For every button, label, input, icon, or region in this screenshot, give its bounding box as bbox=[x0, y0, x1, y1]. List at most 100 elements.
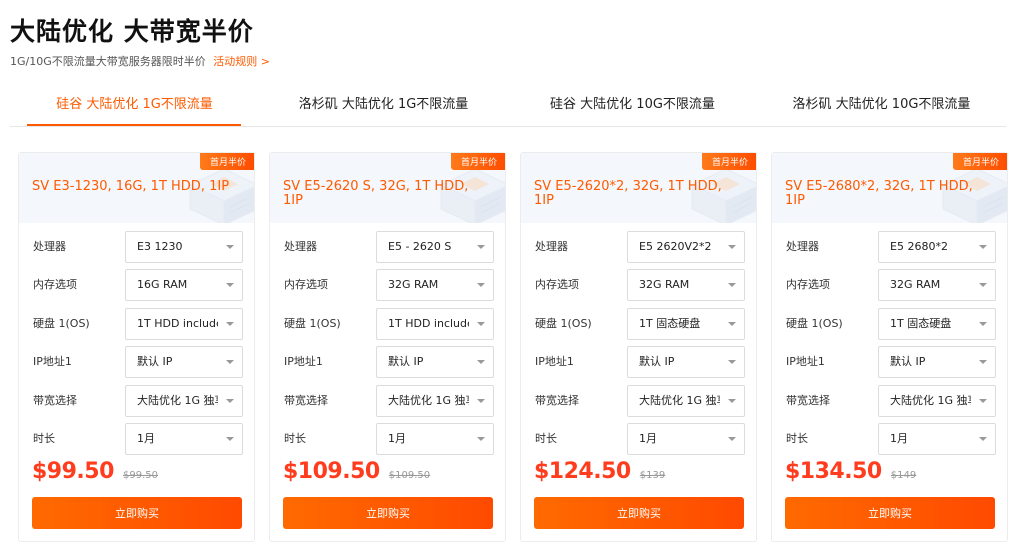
duration-select[interactable]: 1月 bbox=[627, 423, 745, 455]
duration-label: 时长 bbox=[284, 432, 306, 445]
disk-value: 1T 固态硬盘 bbox=[639, 317, 701, 330]
cpu-select[interactable]: E5 2620V2*2 bbox=[627, 231, 745, 263]
ip-select[interactable]: 默认 IP bbox=[125, 346, 243, 378]
bandwidth-select[interactable]: 大陆优化 1G 独享 bbox=[878, 385, 996, 417]
config-row-disk: 硬盘 1(OS) 1T 固态硬盘 bbox=[521, 308, 756, 340]
tab-sv-10g[interactable]: 硅谷 大陆优化 10G不限流量 bbox=[508, 86, 757, 126]
cpu-select[interactable]: E3 1230 bbox=[125, 231, 243, 263]
ip-select[interactable]: 默认 IP bbox=[878, 346, 996, 378]
bandwidth-select[interactable]: 大陆优化 1G 独享 bbox=[376, 385, 494, 417]
chevron-down-icon bbox=[979, 245, 987, 249]
memory-label: 内存选项 bbox=[786, 278, 830, 291]
current-price: $99.50 bbox=[32, 459, 114, 484]
duration-value: 1月 bbox=[890, 432, 908, 445]
config-row-duration: 时长 1月 bbox=[772, 423, 1007, 455]
config-row-bandwidth: 带宽选择 大陆优化 1G 独享 bbox=[521, 385, 756, 417]
ip-label: IP地址1 bbox=[535, 355, 574, 368]
bandwidth-value: 大陆优化 1G 独享 bbox=[388, 394, 469, 407]
chevron-down-icon bbox=[979, 360, 987, 364]
product-card: 首月半价 SV E5-2620*2, 32G, 1T HDD, 1IP 处理器 … bbox=[520, 152, 757, 542]
cpu-value: E5 2620V2*2 bbox=[639, 240, 712, 253]
config-row-ip: IP地址1 默认 IP bbox=[772, 346, 1007, 378]
chevron-down-icon bbox=[728, 245, 736, 249]
config-row-memory: 内存选项 32G RAM bbox=[521, 269, 756, 301]
disk-value: 1T HDD include bbox=[137, 317, 218, 330]
config-row-bandwidth: 带宽选择 大陆优化 1G 独享 bbox=[772, 385, 1007, 417]
buy-now-button[interactable]: 立即购买 bbox=[32, 497, 242, 529]
chevron-down-icon bbox=[226, 360, 234, 364]
ip-value: 默认 IP bbox=[388, 355, 424, 368]
disk-label: 硬盘 1(OS) bbox=[33, 317, 90, 330]
disk-select[interactable]: 1T HDD include bbox=[376, 308, 494, 340]
memory-select[interactable]: 32G RAM bbox=[878, 269, 996, 301]
price-row: $109.50 $109.50 bbox=[283, 459, 430, 484]
memory-select[interactable]: 32G RAM bbox=[627, 269, 745, 301]
bandwidth-select[interactable]: 大陆优化 1G 独享 bbox=[627, 385, 745, 417]
disk-select[interactable]: 1T 固态硬盘 bbox=[878, 308, 996, 340]
ip-value: 默认 IP bbox=[890, 355, 926, 368]
cpu-value: E5 2680*2 bbox=[890, 240, 948, 253]
tab-sv-1g[interactable]: 硅谷 大陆优化 1G不限流量 bbox=[10, 86, 259, 126]
duration-value: 1月 bbox=[639, 432, 657, 445]
price-row: $134.50 $149 bbox=[785, 459, 916, 484]
chevron-down-icon bbox=[728, 399, 736, 403]
chevron-down-icon bbox=[477, 360, 485, 364]
disk-select[interactable]: 1T HDD include bbox=[125, 308, 243, 340]
product-card: 首月半价 SV E3-1230, 16G, 1T HDD, 1IP 处理器 E3… bbox=[18, 152, 255, 542]
ip-select[interactable]: 默认 IP bbox=[627, 346, 745, 378]
product-card: 首月半价 SV E5-2620 S, 32G, 1T HDD, 1IP 处理器 … bbox=[269, 152, 506, 542]
buy-now-button[interactable]: 立即购买 bbox=[534, 497, 744, 529]
bandwidth-value: 大陆优化 1G 独享 bbox=[137, 394, 218, 407]
first-month-half-price-badge: 首月半价 bbox=[952, 153, 1007, 170]
original-price: $109.50 bbox=[388, 470, 431, 481]
config-row-cpu: 处理器 E5 - 2620 S bbox=[270, 231, 505, 263]
cpu-label: 处理器 bbox=[535, 240, 568, 253]
cpu-select[interactable]: E5 2680*2 bbox=[878, 231, 996, 263]
bandwidth-value: 大陆优化 1G 独享 bbox=[890, 394, 971, 407]
first-month-half-price-badge: 首月半价 bbox=[701, 153, 756, 170]
ip-label: IP地址1 bbox=[284, 355, 323, 368]
page-title: 大陆优化 大带宽半价 bbox=[10, 17, 254, 46]
config-row-ip: IP地址1 默认 IP bbox=[521, 346, 756, 378]
memory-select[interactable]: 32G RAM bbox=[376, 269, 494, 301]
config-row-cpu: 处理器 E5 2620V2*2 bbox=[521, 231, 756, 263]
cpu-label: 处理器 bbox=[33, 240, 66, 253]
disk-select[interactable]: 1T 固态硬盘 bbox=[627, 308, 745, 340]
chevron-down-icon bbox=[728, 283, 736, 287]
duration-value: 1月 bbox=[137, 432, 155, 445]
chevron-down-icon bbox=[728, 437, 736, 441]
duration-select[interactable]: 1月 bbox=[878, 423, 996, 455]
memory-select[interactable]: 16G RAM bbox=[125, 269, 243, 301]
activity-rules-link[interactable]: 活动规则 > bbox=[213, 55, 270, 68]
duration-select[interactable]: 1月 bbox=[376, 423, 494, 455]
buy-now-button[interactable]: 立即购买 bbox=[785, 497, 995, 529]
bandwidth-value: 大陆优化 1G 独享 bbox=[639, 394, 720, 407]
tab-la-1g[interactable]: 洛杉矶 大陆优化 1G不限流量 bbox=[259, 86, 508, 126]
tab-la-10g[interactable]: 洛杉矶 大陆优化 10G不限流量 bbox=[757, 86, 1006, 126]
disk-value: 1T 固态硬盘 bbox=[890, 317, 952, 330]
chevron-down-icon bbox=[226, 322, 234, 326]
ip-value: 默认 IP bbox=[639, 355, 675, 368]
duration-select[interactable]: 1月 bbox=[125, 423, 243, 455]
plan-tabs: 硅谷 大陆优化 1G不限流量 洛杉矶 大陆优化 1G不限流量 硅谷 大陆优化 1… bbox=[10, 86, 1006, 127]
chevron-down-icon bbox=[979, 322, 987, 326]
cpu-value: E5 - 2620 S bbox=[388, 240, 452, 253]
bandwidth-select[interactable]: 大陆优化 1G 独享 bbox=[125, 385, 243, 417]
config-row-memory: 内存选项 32G RAM bbox=[772, 269, 1007, 301]
card-header: 首月半价 SV E5-2620*2, 32G, 1T HDD, 1IP bbox=[521, 153, 756, 223]
config-row-memory: 内存选项 32G RAM bbox=[270, 269, 505, 301]
chevron-down-icon bbox=[477, 322, 485, 326]
ip-select[interactable]: 默认 IP bbox=[376, 346, 494, 378]
ip-label: IP地址1 bbox=[786, 355, 825, 368]
chevron-down-icon bbox=[979, 399, 987, 403]
chevron-down-icon bbox=[226, 399, 234, 403]
cpu-select[interactable]: E5 - 2620 S bbox=[376, 231, 494, 263]
memory-label: 内存选项 bbox=[535, 278, 579, 291]
memory-value: 16G RAM bbox=[137, 278, 188, 291]
original-price: $149 bbox=[890, 470, 917, 481]
server-illustration-icon bbox=[188, 168, 254, 223]
disk-value: 1T HDD include bbox=[388, 317, 469, 330]
buy-now-button[interactable]: 立即购买 bbox=[283, 497, 493, 529]
product-card: 首月半价 SV E5-2680*2, 32G, 1T HDD, 1IP 处理器 … bbox=[771, 152, 1008, 542]
original-price: $99.50 bbox=[123, 470, 158, 481]
